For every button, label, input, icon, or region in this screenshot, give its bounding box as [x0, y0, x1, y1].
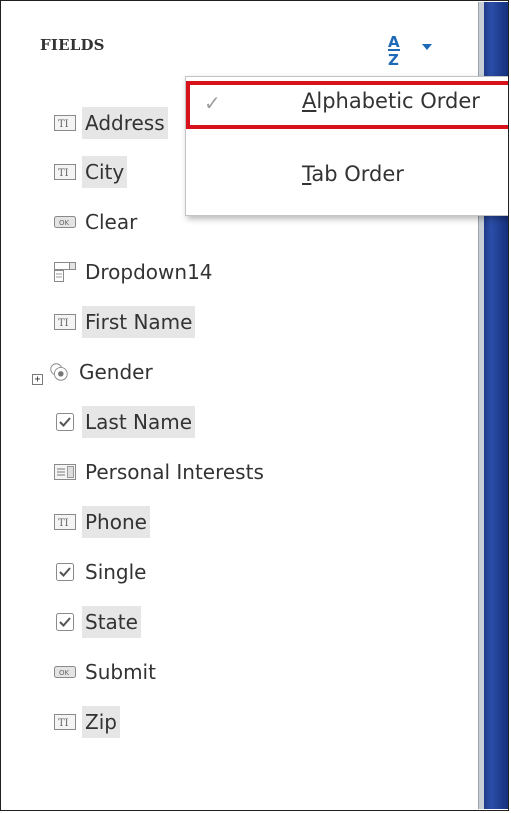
svg-text:TI: TI: [58, 318, 69, 329]
field-item-gender[interactable]: Gender: [48, 355, 156, 389]
field-label: Single: [85, 560, 147, 584]
field-label: Submit: [85, 660, 156, 684]
text-field-icon: TI: [54, 161, 76, 183]
svg-text:OK: OK: [59, 669, 70, 677]
mnemonic-letter: A: [302, 89, 317, 113]
field-label: Phone: [82, 506, 150, 538]
field-item-single[interactable]: Single: [54, 555, 149, 589]
menu-item-tab-order[interactable]: Tab Order: [186, 154, 508, 202]
field-label: Clear: [85, 210, 138, 234]
menu-label-rest: lphabetic Order: [316, 89, 480, 113]
field-label: First Name: [82, 306, 196, 338]
chevron-down-icon: [422, 44, 432, 50]
field-label: City: [82, 156, 128, 188]
field-item-phone[interactable]: TI Phone: [54, 505, 150, 539]
field-item-submit[interactable]: OK Submit: [54, 655, 159, 689]
field-label: Address: [82, 107, 168, 139]
text-field-icon: TI: [54, 711, 76, 733]
field-item-dropdown14[interactable]: Dropdown14: [54, 255, 216, 289]
checkbox-icon: [54, 561, 76, 583]
svg-text:A: A: [388, 33, 400, 51]
list-box-icon: [54, 461, 76, 483]
field-label: Personal Interests: [85, 460, 264, 484]
button-field-icon: OK: [54, 661, 76, 683]
field-item-state[interactable]: State: [54, 605, 141, 639]
menu-label-rest: ab Order: [311, 162, 404, 186]
svg-text:TI: TI: [58, 119, 69, 130]
dropdown-field-icon: [54, 261, 76, 283]
field-item-first-name[interactable]: TI First Name: [54, 305, 196, 339]
sort-az-icon: A Z: [388, 33, 400, 68]
svg-text:OK: OK: [59, 219, 70, 227]
field-label: Dropdown14: [85, 260, 213, 284]
field-item-clear[interactable]: OK Clear: [54, 205, 140, 239]
field-label: Gender: [79, 360, 153, 384]
svg-text:TI: TI: [58, 168, 69, 179]
text-field-icon: TI: [54, 511, 76, 533]
text-field-icon: TI: [54, 311, 76, 333]
field-label: State: [82, 606, 141, 638]
field-item-address[interactable]: TI Address: [54, 106, 168, 140]
field-label: Last Name: [82, 406, 196, 438]
field-label: Zip: [82, 706, 120, 738]
svg-text:TI: TI: [58, 518, 69, 529]
mnemonic-letter: T: [302, 162, 312, 186]
checkbox-icon: [54, 411, 76, 433]
svg-text:TI: TI: [58, 718, 69, 729]
panel-title: FIELDS: [40, 36, 105, 54]
checkbox-icon: [54, 611, 76, 633]
field-item-last-name[interactable]: Last Name: [54, 405, 196, 439]
sort-button[interactable]: A Z: [378, 28, 440, 68]
svg-text:Z: Z: [388, 51, 399, 68]
menu-item-label: Tab Order: [302, 162, 404, 186]
fields-window: FIELDS A Z TI Address TI City OK Clear D…: [0, 0, 509, 811]
button-field-icon: OK: [54, 211, 76, 233]
field-item-city[interactable]: TI City: [54, 155, 128, 189]
menu-item-label: Alphabetic Order: [302, 89, 480, 113]
checkmark-icon: ✓: [204, 91, 221, 115]
menu-item-alphabetic-order[interactable]: ✓ Alphabetic Order: [186, 81, 508, 129]
field-item-personal-interests[interactable]: Personal Interests: [54, 455, 267, 489]
expand-toggle[interactable]: +: [32, 374, 43, 385]
text-field-icon: TI: [54, 112, 76, 134]
sort-dropdown-menu: ✓ Alphabetic Order Tab Order: [185, 76, 508, 216]
field-item-zip[interactable]: TI Zip: [54, 705, 120, 739]
radio-group-icon: [48, 361, 70, 383]
